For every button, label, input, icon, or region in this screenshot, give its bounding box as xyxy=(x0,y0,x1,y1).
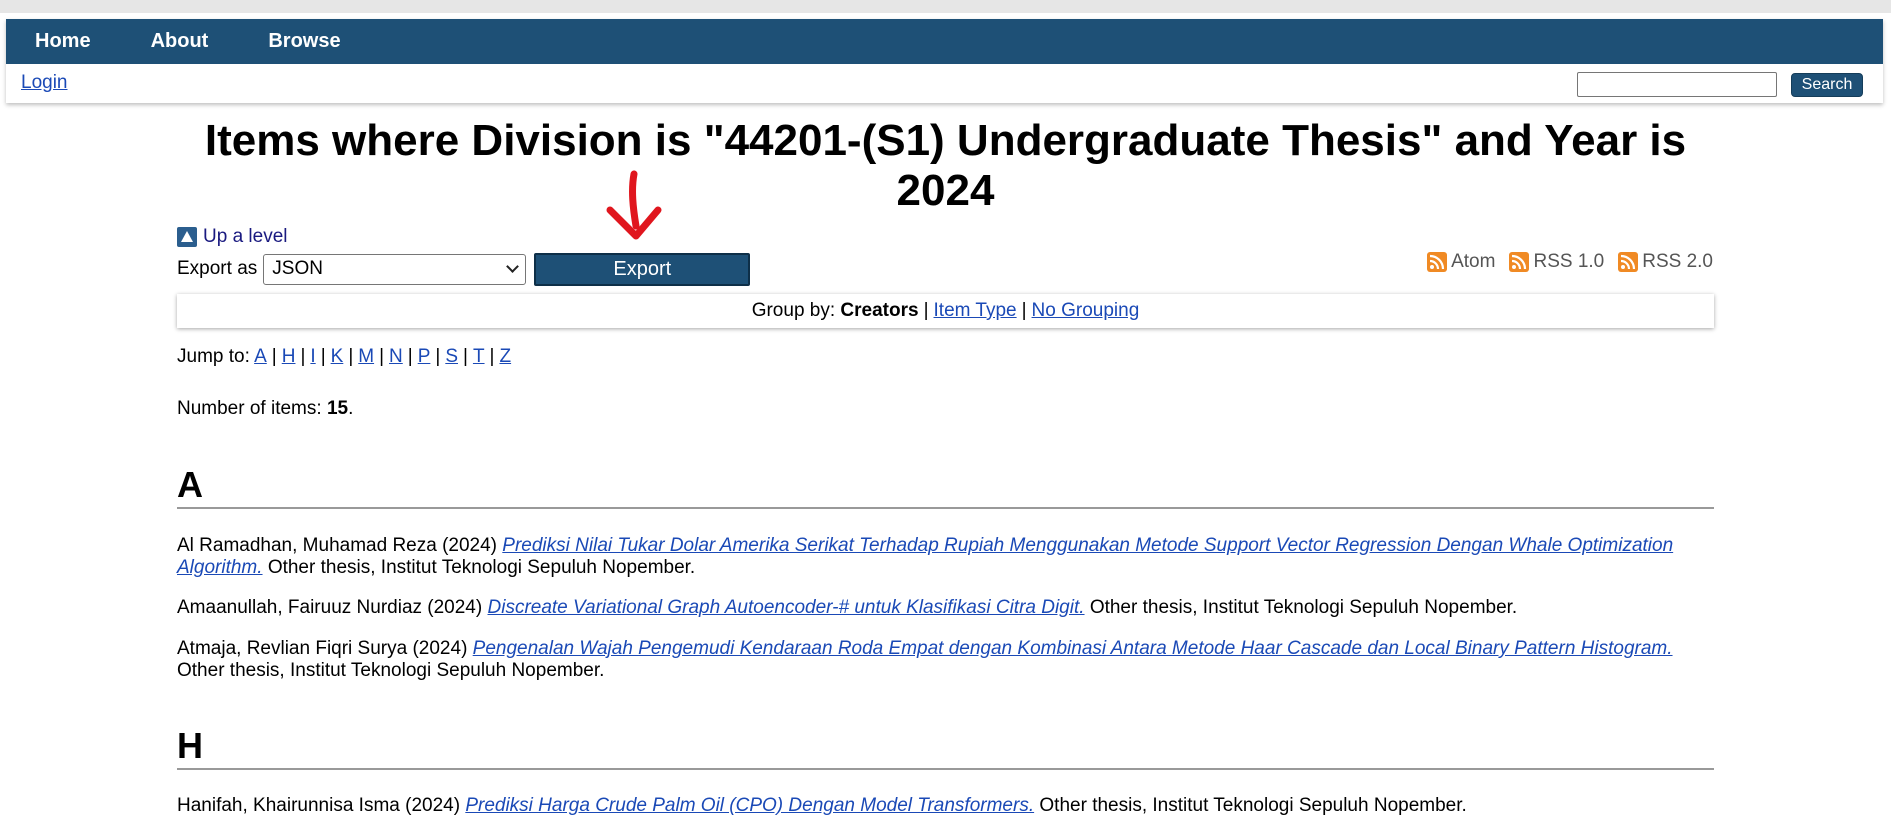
entry-author: Amaanullah, Fairuuz Nurdiaz (2024) xyxy=(177,597,483,618)
entry-title-link[interactable]: Pengenalan Wajah Pengemudi Kendaraan Rod… xyxy=(473,638,1673,659)
export-format-value: JSON xyxy=(272,258,323,279)
group-by-item-type-link[interactable]: Item Type xyxy=(934,300,1017,322)
feed-atom[interactable]: Atom xyxy=(1427,251,1495,273)
separator: | xyxy=(348,346,354,367)
entry-title-link[interactable]: Prediksi Harga Crude Palm Oil (CPO) Deng… xyxy=(465,795,1034,816)
jump-link-p[interactable]: P xyxy=(418,346,431,367)
separator: | xyxy=(320,346,326,367)
entry-details: Other thesis, Institut Teknologi Sepuluh… xyxy=(1039,795,1467,816)
entry-details: Other thesis, Institut Teknologi Sepuluh… xyxy=(267,557,696,578)
group-by-bar: Group by: Creators | Item Type | No Grou… xyxy=(177,294,1714,328)
separator: | xyxy=(407,346,413,367)
feed-links: Atom RSS 1.0 RSS 2.0 xyxy=(1413,251,1713,273)
feed-rss1[interactable]: RSS 1.0 xyxy=(1509,251,1604,273)
up-level-link[interactable]: Up a level xyxy=(203,226,288,248)
chevron-down-icon xyxy=(506,260,520,273)
rss-icon xyxy=(1427,252,1448,272)
export-row: Export as JSON Export xyxy=(177,252,751,286)
separator: | xyxy=(435,346,441,367)
feed-atom-label: Atom xyxy=(1451,251,1496,272)
rss-icon xyxy=(1509,252,1530,272)
sub-bar: Login Search xyxy=(6,64,1883,103)
separator: | xyxy=(300,346,306,367)
site-header: Home About Browse Login Search xyxy=(6,19,1883,103)
separator: | xyxy=(489,346,495,367)
item-count-value: 15 xyxy=(326,398,349,419)
nav-home[interactable]: Home xyxy=(35,30,91,53)
jump-to-label: Jump to: xyxy=(177,346,250,367)
item-count-label: Number of items: xyxy=(177,398,322,419)
feed-rss1-label: RSS 1.0 xyxy=(1533,251,1605,272)
separator: | xyxy=(271,346,277,367)
nav-browse[interactable]: Browse xyxy=(268,30,340,53)
group-by-current: Creators xyxy=(840,300,919,321)
entry-author: Atmaja, Revlian Fiqri Surya (2024) xyxy=(177,638,468,659)
list-item: Atmaja, Revlian Fiqri Surya (2024) Penge… xyxy=(177,638,1714,682)
separator: | xyxy=(923,300,929,321)
section-heading-a: A xyxy=(177,463,1714,509)
feed-rss2[interactable]: RSS 2.0 xyxy=(1618,251,1713,273)
rss-icon xyxy=(1618,252,1639,272)
separator: | xyxy=(379,346,385,367)
feed-rss2-label: RSS 2.0 xyxy=(1642,251,1713,272)
separator: | xyxy=(1021,300,1027,321)
jump-link-t[interactable]: T xyxy=(473,346,485,367)
login-link[interactable]: Login xyxy=(21,72,68,94)
main-nav: Home About Browse xyxy=(6,19,1883,64)
browser-top-strip xyxy=(0,0,1891,13)
search-button[interactable]: Search xyxy=(1791,73,1863,97)
nav-about[interactable]: About xyxy=(151,30,209,53)
jump-link-i[interactable]: I xyxy=(310,346,315,367)
entry-author: Al Ramadhan, Muhamad Reza (2024) xyxy=(177,535,498,556)
item-count: Number of items: 15. xyxy=(177,398,353,420)
jump-link-m[interactable]: M xyxy=(358,346,374,367)
jump-link-h[interactable]: H xyxy=(282,346,296,367)
item-count-suffix: . xyxy=(348,398,354,419)
entry-details: Other thesis, Institut Teknologi Sepuluh… xyxy=(177,660,605,681)
jump-link-n[interactable]: N xyxy=(389,346,403,367)
entry-details: Other thesis, Institut Teknologi Sepuluh… xyxy=(1089,597,1518,618)
jump-link-a[interactable]: A xyxy=(254,346,267,367)
separator: | xyxy=(463,346,468,367)
entry-author: Hanifah, Khairunnisa Isma (2024) xyxy=(177,795,461,816)
export-button[interactable]: Export xyxy=(534,252,751,286)
group-by-no-grouping-link[interactable]: No Grouping xyxy=(1032,300,1140,322)
up-level: Up a level xyxy=(177,226,288,248)
jump-to: Jump to: A | H | I | K | M | N | P | S | T | Z xyxy=(177,346,511,368)
list-item: Amaanullah, Fairuuz Nurdiaz (2024) Discr… xyxy=(177,597,1714,619)
search-input[interactable] xyxy=(1577,72,1777,97)
list-item: Al Ramadhan, Muhamad Reza (2024) Prediks… xyxy=(177,535,1714,579)
list-item: Hanifah, Khairunnisa Isma (2024) Prediks… xyxy=(177,795,1714,817)
jump-link-s[interactable]: S xyxy=(445,346,458,367)
entry-title-link[interactable]: Discreate Variational Graph Autoencoder-… xyxy=(488,597,1085,618)
page-title: Items where Division is "44201-(S1) Unde… xyxy=(204,116,1687,215)
up-arrow-icon[interactable] xyxy=(177,227,197,247)
jump-link-z[interactable]: Z xyxy=(499,346,511,367)
section-heading-h: H xyxy=(177,724,1714,770)
group-by-label: Group by: xyxy=(751,300,836,321)
jump-link-k[interactable]: K xyxy=(331,346,344,367)
export-label: Export as xyxy=(177,258,258,279)
annotation-arrow-icon xyxy=(606,170,662,240)
export-format-select[interactable]: JSON xyxy=(263,253,527,285)
